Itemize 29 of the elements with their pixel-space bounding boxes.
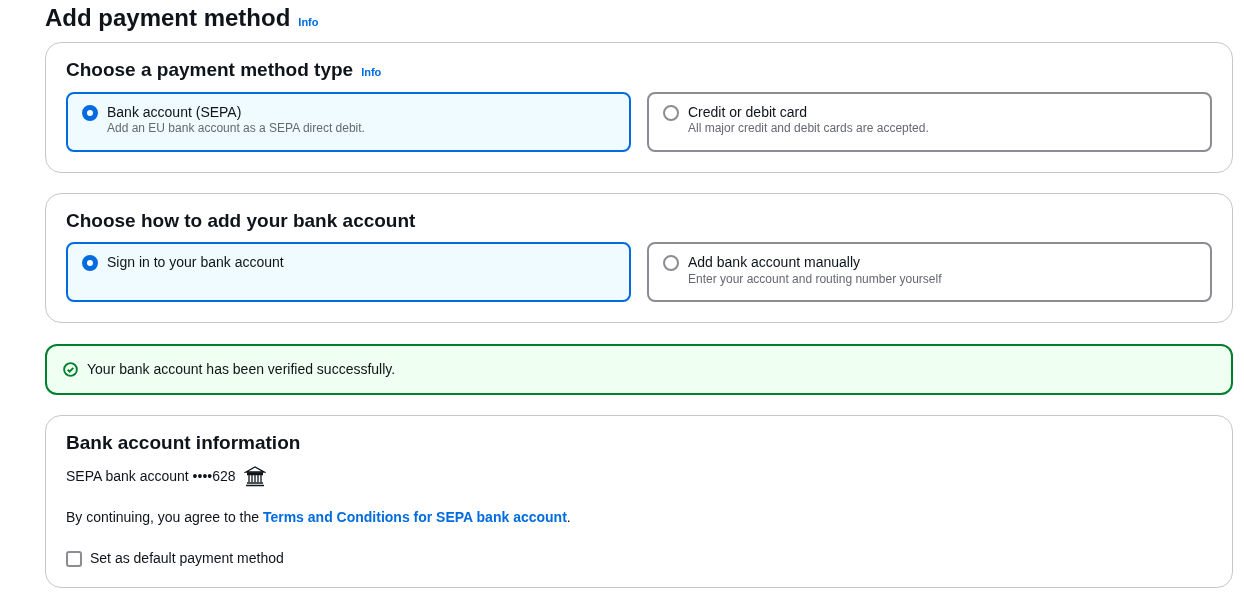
radio-option[interactable]: Sign in to your bank account (66, 242, 631, 303)
option-description: All major credit and debit cards are accepted. (688, 120, 929, 137)
terms-link[interactable]: Terms and Conditions for SEPA bank account (262, 509, 567, 526)
check-circle-icon (63, 362, 78, 378)
radio-button[interactable] (82, 104, 98, 121)
page-title: Add payment method (45, 4, 291, 33)
option-label: Add bank account manually (688, 253, 861, 272)
section-title: Choose a payment method type (66, 58, 354, 82)
radio-option[interactable]: Credit or debit card All major credit and debit cards are accepted. (647, 91, 1212, 152)
account-number: SEPA bank account ••••628 (66, 466, 236, 486)
option-description: Add an EU bank account as a SEPA direct debit. (107, 120, 365, 137)
section-title: Bank account information (66, 432, 302, 456)
checkbox[interactable] (66, 550, 82, 567)
alert-message: Your bank account has been verified successfully. (87, 360, 396, 380)
radio-option[interactable]: Add bank account manually Enter your account and routing number yourself (647, 242, 1212, 303)
option-description: Enter your account and routing number yourself (688, 271, 942, 288)
radio-button[interactable] (663, 104, 679, 121)
radio-option[interactable]: Bank account (SEPA) Add an EU bank account as a SEPA direct debit. (66, 91, 631, 152)
option-label: Credit or debit card (688, 102, 809, 121)
agreement-text: By continuing, you agree to the Terms and Conditions for SEPA bank account. (66, 508, 572, 528)
bank-building-icon (243, 465, 266, 488)
radio-button[interactable] (82, 255, 98, 272)
info-link[interactable]: Info (361, 63, 382, 81)
checkbox-label: Set as default payment method (90, 549, 284, 569)
option-label: Sign in to your bank account (107, 253, 284, 272)
section-title: Choose how to add your bank account (66, 209, 416, 233)
radio-button[interactable] (663, 255, 679, 272)
info-link[interactable]: Info (298, 14, 319, 31)
option-label: Bank account (SEPA) (107, 102, 243, 121)
